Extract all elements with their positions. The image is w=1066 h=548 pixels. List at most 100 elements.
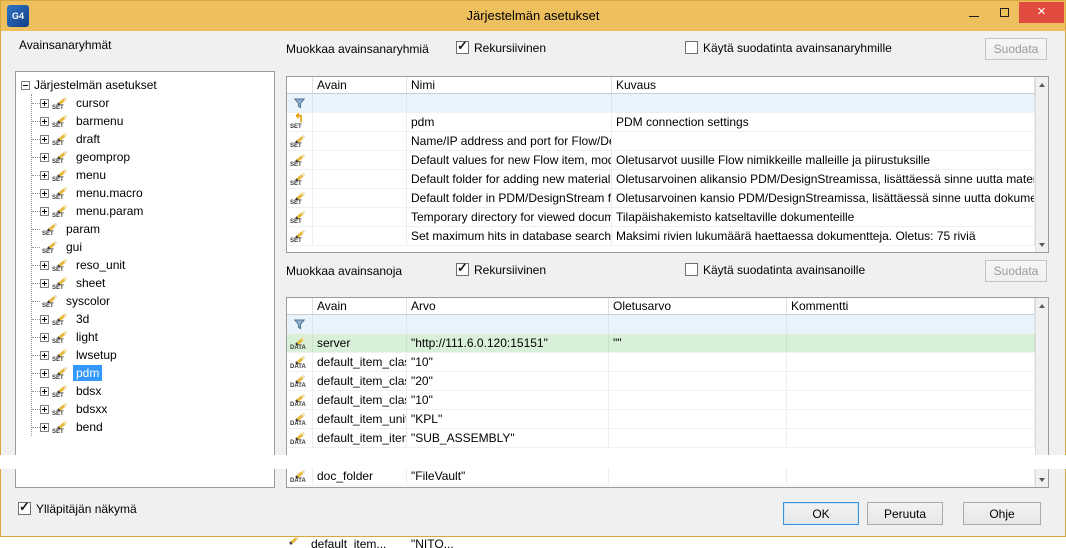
filter-icon-cell[interactable] — [287, 315, 313, 333]
filter-cell-avain[interactable] — [313, 94, 407, 112]
expand-toggle-icon[interactable] — [40, 117, 49, 126]
table-row-default-folder-in-pdm-designstream-for[interactable]: SETDefault folder in PDM/DesignStream fo… — [287, 189, 1035, 208]
filter-cell-oletusarvo[interactable] — [609, 315, 787, 333]
table-row-default-item-item[interactable]: DATAdefault_item_item..."SUB_ASSEMBLY" — [287, 429, 1035, 448]
tree-item-label[interactable]: bend — [73, 419, 106, 435]
table-row-default-item-class[interactable]: DATAdefault_item_class..."10" — [287, 391, 1035, 410]
maximize-button[interactable] — [989, 2, 1019, 23]
column-header-oletusarvo[interactable]: Oletusarvo — [609, 298, 787, 314]
table-row-name-ip-address-and-port-for-flow-de[interactable]: SETName/IP address and port for Flow/De.… — [287, 132, 1035, 151]
column-header-nimi[interactable]: Nimi — [407, 77, 612, 93]
expand-toggle-icon[interactable] — [40, 315, 49, 324]
tree-item-gui[interactable]: SETgui — [32, 238, 272, 256]
tree-item-reso_unit[interactable]: SETreso_unit — [32, 256, 272, 274]
column-header-kuvaus[interactable]: Kuvaus — [612, 77, 1035, 93]
tree-item-3d[interactable]: SET3d — [32, 310, 272, 328]
admin-view-checkbox[interactable]: ✓ Ylläpitäjän näkymä — [18, 501, 137, 516]
tree-item-label[interactable]: menu — [73, 167, 109, 183]
tree-item-menu[interactable]: SETmenu — [32, 166, 272, 184]
tree-item-label[interactable]: sheet — [73, 275, 108, 291]
minimize-button[interactable] — [959, 2, 989, 23]
expand-toggle-icon[interactable] — [40, 135, 49, 144]
tree-item-label[interactable]: light — [73, 329, 101, 345]
tree-item-cursor[interactable]: SETcursor — [32, 94, 272, 112]
filter-cell-arvo[interactable] — [407, 315, 609, 333]
close-button[interactable]: × — [1019, 2, 1064, 23]
words-recursive-checkbox[interactable]: ✓ Rekursiivinen — [456, 262, 546, 277]
scroll-up-button[interactable] — [1036, 298, 1048, 313]
keyword-group-tree[interactable]: Järjestelmän asetuksetSETcursorSETbarmen… — [15, 71, 275, 488]
ok-button[interactable]: OK — [783, 502, 859, 525]
filter-cell-avain[interactable] — [313, 315, 407, 333]
expand-toggle-icon[interactable] — [40, 279, 49, 288]
collapse-toggle-icon[interactable] — [21, 81, 30, 90]
tree-item-label[interactable]: gui — [63, 239, 85, 255]
expand-toggle-icon[interactable] — [40, 351, 49, 360]
tree-item-sheet[interactable]: SETsheet — [32, 274, 272, 292]
tree-item-label[interactable]: pdm — [73, 365, 102, 381]
scroll-down-button[interactable] — [1036, 237, 1048, 252]
expand-toggle-icon[interactable] — [40, 405, 49, 414]
expand-toggle-icon[interactable] — [40, 261, 49, 270]
tree-item-label[interactable]: geomprop — [73, 149, 133, 165]
table-row-server[interactable]: DATAserver"http://111.6.0.120:15151""" — [287, 334, 1035, 353]
tree-root[interactable]: Järjestelmän asetukset — [21, 76, 272, 94]
tree-item-draft[interactable]: SETdraft — [32, 130, 272, 148]
filter-cell-nimi[interactable] — [407, 94, 612, 112]
table-row-temporary-directory-for-viewed-docume[interactable]: SETTemporary directory for viewed docume… — [287, 208, 1035, 227]
table-row-set-maximum-hits-in-database-search[interactable]: SETSet maximum hits in database search. … — [287, 227, 1035, 246]
table-row-default-item-unit[interactable]: DATAdefault_item_unit"KPL" — [287, 410, 1035, 429]
tree-item-label[interactable]: param — [63, 221, 103, 237]
tree-item-label[interactable]: cursor — [73, 95, 112, 111]
expand-toggle-icon[interactable] — [40, 189, 49, 198]
tree-item-label[interactable]: lwsetup — [73, 347, 120, 363]
vertical-scrollbar[interactable] — [1035, 77, 1048, 252]
tree-item-label[interactable]: bdsxx — [73, 401, 110, 417]
column-header-arvo[interactable]: Arvo — [407, 298, 609, 314]
filter-icon-cell[interactable] — [287, 94, 313, 112]
column-header-kommentti[interactable]: Kommentti — [787, 298, 1035, 314]
cancel-button[interactable]: Peruuta — [867, 502, 943, 525]
column-header-avain[interactable]: Avain — [313, 77, 407, 93]
tree-item-bdsxx[interactable]: SETbdsxx — [32, 400, 272, 418]
tree-item-geomprop[interactable]: SETgeomprop — [32, 148, 272, 166]
tree-item-lwsetup[interactable]: SETlwsetup — [32, 346, 272, 364]
expand-toggle-icon[interactable] — [40, 387, 49, 396]
tree-item-syscolor[interactable]: SETsyscolor — [32, 292, 272, 310]
table-row-default-item-class[interactable]: DATAdefault_item_class..."20" — [287, 372, 1035, 391]
filter-row[interactable] — [287, 315, 1035, 334]
column-header-avain[interactable]: Avain — [313, 298, 407, 314]
expand-toggle-icon[interactable] — [40, 333, 49, 342]
tree-item-menu.macro[interactable]: SETmenu.macro — [32, 184, 272, 202]
tree-item-param[interactable]: SETparam — [32, 220, 272, 238]
expand-toggle-icon[interactable] — [40, 207, 49, 216]
expand-toggle-icon[interactable] — [40, 171, 49, 180]
scroll-up-button[interactable] — [1036, 77, 1048, 92]
tree-item-label[interactable]: syscolor — [63, 293, 113, 309]
table-row-pdm[interactable]: ↰SETpdmPDM connection settings — [287, 113, 1035, 132]
titlebar[interactable]: G4 Järjestelmän asetukset × — [1, 1, 1065, 31]
table-row-default-folder-for-adding-new-material-it[interactable]: SETDefault folder for adding new materia… — [287, 170, 1035, 189]
tree-item-bend[interactable]: SETbend — [32, 418, 272, 436]
tree-item-label[interactable]: menu.param — [73, 203, 146, 219]
groups-use-filter-checkbox[interactable]: ✓ Käytä suodatinta avainsanaryhmille — [685, 40, 892, 55]
table-row-default-values-for-new-flow-item-model[interactable]: SETDefault values for new Flow item, mod… — [287, 151, 1035, 170]
tree-item-label[interactable]: reso_unit — [73, 257, 128, 273]
words-use-filter-checkbox[interactable]: ✓ Käytä suodatinta avainsanoille — [685, 262, 865, 277]
filter-row[interactable] — [287, 94, 1035, 113]
scroll-down-button[interactable] — [1036, 472, 1048, 487]
help-button[interactable]: Ohje — [963, 502, 1041, 525]
tree-item-label[interactable]: draft — [73, 131, 103, 147]
expand-toggle-icon[interactable] — [40, 423, 49, 432]
tree-item-label[interactable]: 3d — [73, 311, 92, 327]
table-row-default-item-class[interactable]: DATAdefault_item_class..."10" — [287, 353, 1035, 372]
groups-recursive-checkbox[interactable]: ✓ Rekursiivinen — [456, 40, 546, 55]
expand-toggle-icon[interactable] — [40, 369, 49, 378]
tree-item-label[interactable]: barmenu — [73, 113, 126, 129]
expand-toggle-icon[interactable] — [40, 99, 49, 108]
tree-item-light[interactable]: SETlight — [32, 328, 272, 346]
tree-item-pdm[interactable]: SETpdm — [32, 364, 272, 382]
tree-item-label[interactable]: menu.macro — [73, 185, 146, 201]
tree-item-bdsx[interactable]: SETbdsx — [32, 382, 272, 400]
tree-item-label[interactable]: bdsx — [73, 383, 104, 399]
